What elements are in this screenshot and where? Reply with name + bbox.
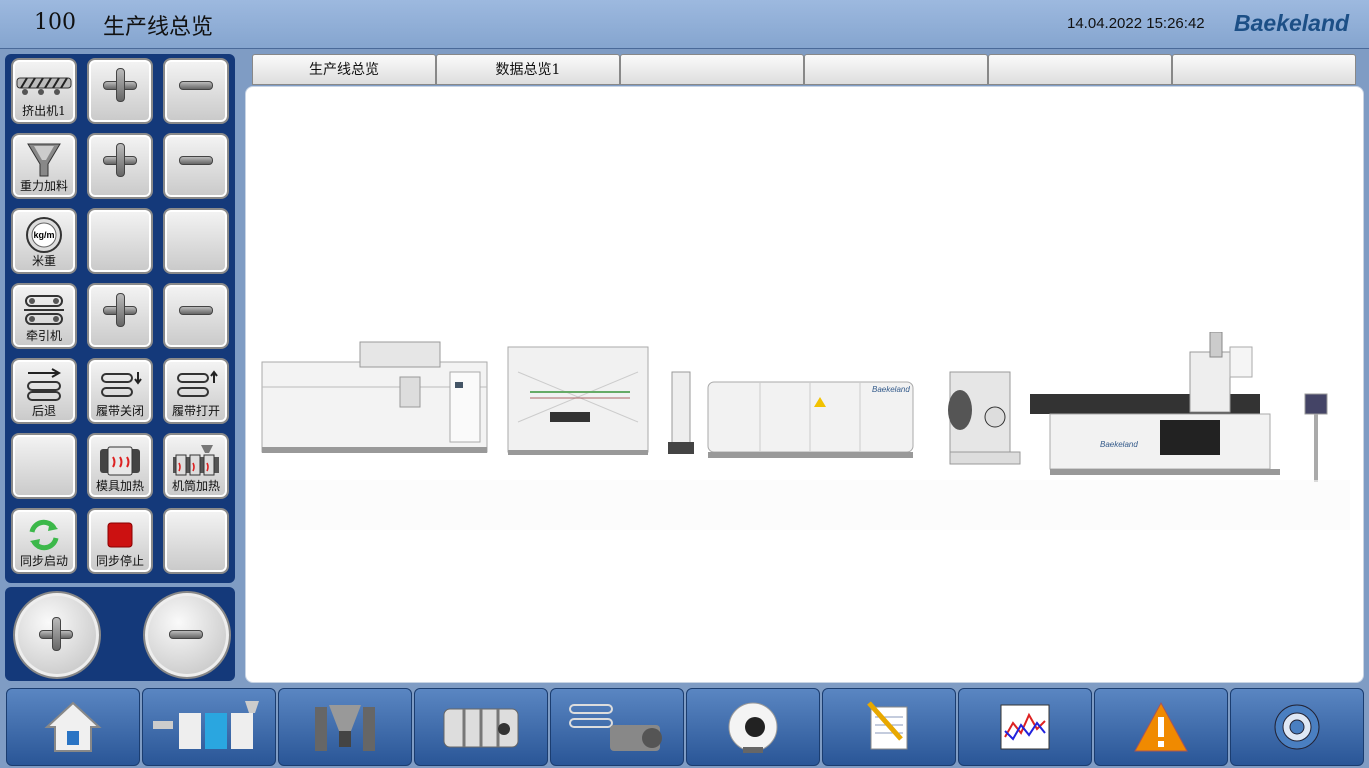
plus-icon (37, 615, 75, 653)
gravity-feed-button[interactable]: 重力加料 (11, 133, 77, 199)
nav-alarm-button[interactable] (1094, 688, 1228, 766)
gravity-feed-label: 重力加料 (19, 179, 68, 193)
nav-haul-off-button[interactable] (550, 688, 684, 766)
barrel-heating-label: 机筒加热 (171, 479, 220, 493)
datetime: 14.04.2022 15:26:42 (1067, 15, 1205, 32)
haul-off-decrease-button[interactable] (163, 283, 229, 349)
extruder-logo: Baekeland (1100, 440, 1138, 449)
minus-icon (177, 291, 215, 329)
stop-icon (89, 516, 151, 554)
sync-stop-button[interactable]: 同步停止 (87, 508, 153, 574)
global-increase-button[interactable] (13, 591, 101, 679)
caterpillar-icon (13, 291, 75, 329)
caterpillar-arrow-icon (13, 366, 75, 404)
nav-settings-button[interactable] (1230, 688, 1364, 766)
tab-empty-6[interactable] (1172, 54, 1356, 85)
sync-start-button[interactable]: 同步启动 (11, 508, 77, 574)
extruder-increase-button[interactable] (87, 58, 153, 124)
feed-increase-button[interactable] (87, 133, 153, 199)
screen-number: 100 (34, 10, 76, 35)
sync-stop-label: 同步停止 (95, 554, 144, 568)
nav-die-head-button[interactable] (414, 688, 548, 766)
sync-start-label: 同步启动 (19, 554, 68, 568)
left-control-panel: 挤出机1 重力加料 kg/m 米重 牵引机 后退 履带关闭 履带打开 模具加热 … (5, 54, 235, 583)
blank-button[interactable] (11, 433, 77, 499)
track-close-button[interactable]: 履带关闭 (87, 358, 153, 424)
track-close-label: 履带关闭 (95, 404, 144, 418)
main-view: Baekeland Baekeland (245, 86, 1364, 683)
track-open-icon (165, 366, 227, 404)
barrel-heater-icon (165, 441, 227, 479)
tab-empty-3[interactable] (620, 54, 804, 85)
haul-off-unit (668, 371, 694, 454)
tab-empty-4[interactable] (804, 54, 988, 85)
minus-icon (167, 615, 205, 653)
saw-unit (507, 346, 649, 455)
vacuum-tank: Baekeland (707, 381, 914, 458)
nav-production-line-button[interactable] (142, 688, 276, 766)
extruder-button[interactable]: 挤出机1 (11, 58, 77, 124)
meter-weight-button[interactable]: kg/m 米重 (11, 208, 77, 274)
meter-weight-label: 米重 (31, 254, 56, 268)
kg-gauge-icon: kg/m (13, 216, 75, 254)
plus-icon (101, 66, 139, 104)
refresh-icon (13, 516, 75, 554)
page-title: 生产线总览 (103, 15, 214, 40)
haul-off-label: 牵引机 (25, 329, 62, 343)
svg-text:kg/m: kg/m (33, 230, 54, 240)
brand-logo: Baekeland (1234, 10, 1350, 36)
die-head (948, 371, 1021, 465)
screw-icon (13, 66, 75, 104)
feeder-icon (315, 705, 375, 751)
extruder-label: 挤出机1 (22, 104, 66, 118)
haul-off-button[interactable]: 牵引机 (11, 283, 77, 349)
production-line-illustration: Baekeland Baekeland (260, 332, 1350, 530)
feed-decrease-button[interactable] (163, 133, 229, 199)
die-head-icon (443, 708, 519, 748)
blank-button[interactable] (163, 208, 229, 274)
die-heating-button[interactable]: 模具加热 (87, 433, 153, 499)
vacuum-tank-logo: Baekeland (872, 385, 910, 394)
alarm-icon (1134, 701, 1188, 752)
settings-icon (1274, 704, 1320, 750)
haul-off-increase-button[interactable] (87, 283, 153, 349)
track-close-icon (89, 366, 151, 404)
extruder-decrease-button[interactable] (163, 58, 229, 124)
extruder-machine: Baekeland (1030, 332, 1328, 482)
trend-chart-icon (1000, 704, 1050, 750)
notes-icon (867, 701, 908, 750)
track-open-button[interactable]: 履带打开 (163, 358, 229, 424)
speed-adjust-panel (5, 587, 235, 681)
nav-trend-button[interactable] (958, 688, 1092, 766)
bottom-navigation (0, 686, 1369, 768)
minus-icon (177, 141, 215, 179)
nav-home-button[interactable] (6, 688, 140, 766)
cutter-machine (261, 341, 488, 453)
cutter-icon (728, 702, 778, 753)
blank-button[interactable] (163, 508, 229, 574)
barrel-heating-button[interactable]: 机筒加热 (163, 433, 229, 499)
blank-button[interactable] (87, 208, 153, 274)
tab-line-overview[interactable]: 生产线总览 (252, 54, 436, 85)
nav-cutter-button[interactable] (686, 688, 820, 766)
heater-icon (89, 441, 151, 479)
production-line-icon (153, 701, 259, 749)
global-decrease-button[interactable] (143, 591, 231, 679)
haul-off-motor-icon (569, 704, 662, 751)
plus-icon (101, 291, 139, 329)
tab-data-overview-1[interactable]: 数据总览1 (436, 54, 620, 85)
tab-empty-5[interactable] (988, 54, 1172, 85)
minus-icon (177, 66, 215, 104)
plus-icon (101, 141, 139, 179)
tab-bar: 生产线总览 数据总览1 (252, 54, 1356, 85)
retreat-button[interactable]: 后退 (11, 358, 77, 424)
die-heating-label: 模具加热 (95, 479, 144, 493)
track-open-label: 履带打开 (171, 404, 220, 418)
header-bar: 100 生产线总览 14.04.2022 15:26:42 Baekeland (0, 0, 1369, 49)
nav-notes-button[interactable] (822, 688, 956, 766)
retreat-label: 后退 (31, 404, 56, 418)
nav-feeder-button[interactable] (278, 688, 412, 766)
hopper-icon (13, 141, 75, 179)
home-icon (44, 701, 102, 752)
